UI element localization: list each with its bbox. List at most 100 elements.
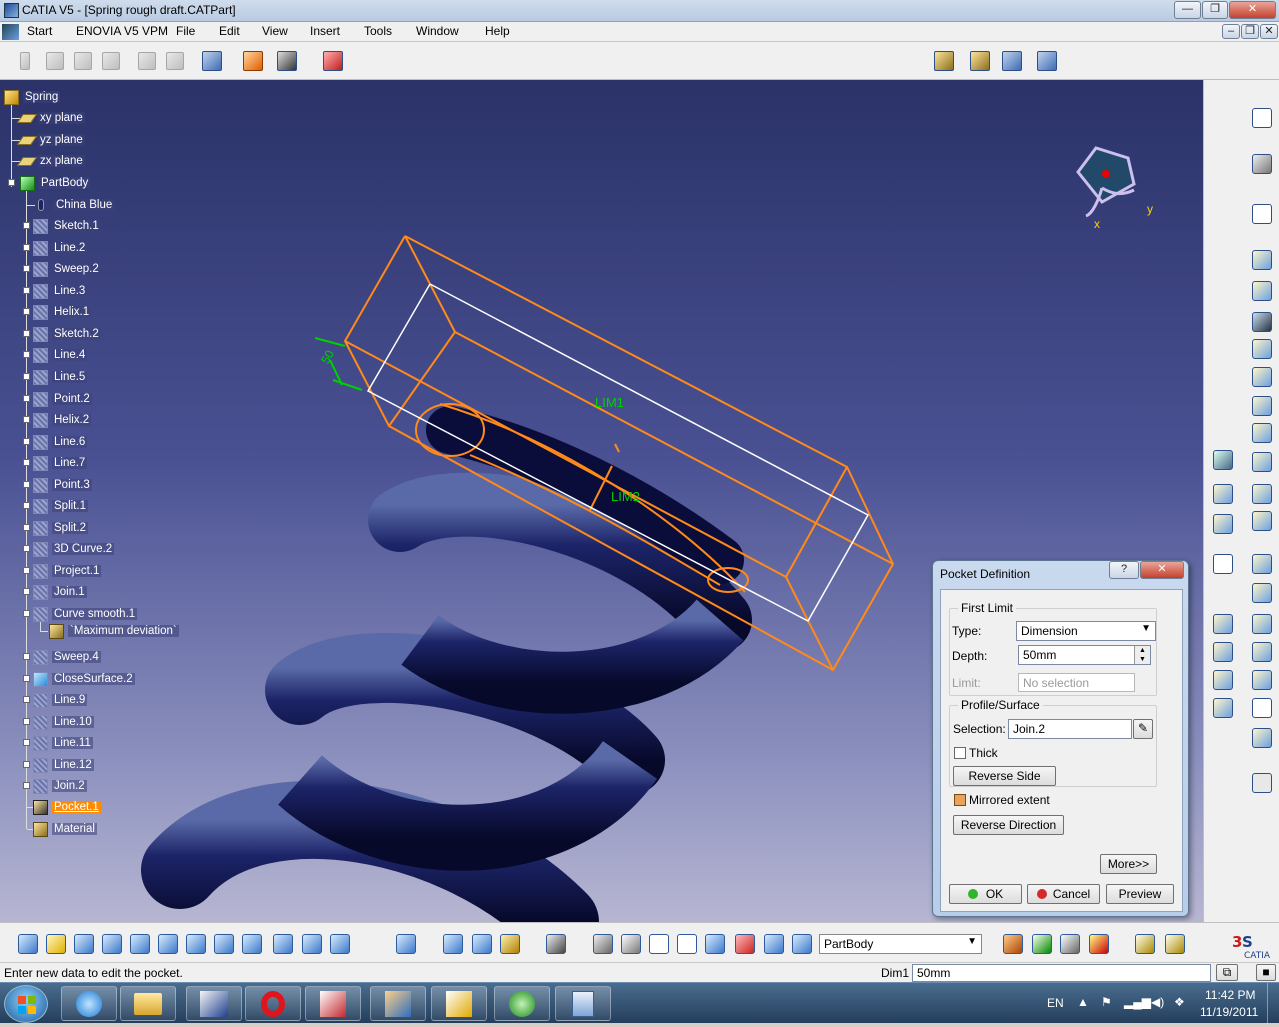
expander[interactable] [23, 351, 30, 358]
tree-item[interactable]: Line.2 [33, 239, 88, 257]
cylinder-icon[interactable] [705, 934, 725, 954]
taskbar-ie-button[interactable] [61, 986, 117, 1021]
tree-item-material[interactable]: Material [33, 820, 97, 838]
table-icon[interactable] [1165, 934, 1185, 954]
formula-icon[interactable] [1060, 934, 1080, 954]
expander[interactable] [23, 481, 30, 488]
constraint-display-icon[interactable] [735, 934, 755, 954]
hybrid-design-icon[interactable] [1003, 934, 1023, 954]
limit-input[interactable]: No selection [1018, 673, 1135, 692]
tree-item[interactable]: Line.12 [33, 756, 94, 774]
redo-icon[interactable] [74, 52, 92, 70]
tree-item[interactable]: Line.9 [33, 691, 88, 709]
expander[interactable] [23, 416, 30, 423]
taskbar-matlab-button[interactable] [370, 986, 426, 1021]
undo-icon[interactable] [46, 52, 64, 70]
tree-item[interactable]: 3D Curve.2 [33, 540, 115, 558]
stop-icon[interactable]: ■ [1256, 964, 1276, 981]
tree-item[interactable]: Join.1 [33, 583, 87, 601]
hide-show-icon[interactable] [302, 934, 322, 954]
expander[interactable] [23, 610, 30, 617]
expander[interactable] [23, 761, 30, 768]
preview-button[interactable]: Preview [1106, 884, 1174, 904]
fillet-icon[interactable] [1252, 452, 1272, 472]
compass[interactable]: x y [1072, 144, 1153, 231]
taskbar-utorrent-button[interactable] [494, 986, 550, 1021]
show-desktop-button[interactable] [1267, 983, 1279, 1024]
expander[interactable] [23, 502, 30, 509]
document-icon[interactable] [2, 24, 19, 40]
pan-icon[interactable] [74, 934, 94, 954]
annotation-icon[interactable] [1252, 728, 1272, 748]
minimize-button[interactable]: — [1174, 1, 1201, 19]
tree-item[interactable]: Sketch.1 [33, 217, 101, 235]
menu-insert[interactable]: Insert [310, 24, 340, 38]
catalog-icon[interactable] [1037, 51, 1057, 71]
fit-all-icon[interactable] [46, 934, 66, 954]
tree-item[interactable]: Line.5 [33, 368, 88, 386]
tree-item[interactable]: Sweep.2 [33, 260, 101, 278]
tree-item[interactable]: Line.6 [33, 433, 88, 451]
rib-icon[interactable] [1252, 396, 1272, 416]
expander[interactable] [23, 739, 30, 746]
sketch-edit-icon[interactable]: ✎ [1133, 719, 1153, 739]
update-icon[interactable] [138, 52, 156, 70]
body-selector[interactable]: PartBody ▼ [819, 934, 982, 954]
tree-item[interactable]: Line.3 [33, 282, 88, 300]
select-arrow-icon[interactable] [1252, 204, 1272, 224]
depth-input[interactable]: 50mm ▲ ▼ [1018, 645, 1151, 665]
eraser-icon[interactable] [792, 934, 812, 954]
expander[interactable] [23, 459, 30, 466]
doc-restore-button[interactable]: ❐ [1241, 24, 1259, 39]
shell-icon[interactable] [1252, 554, 1272, 574]
menu-start[interactable]: Start [27, 24, 52, 38]
tree-item-max-deviation[interactable]: `Maximum deviation` [49, 622, 179, 640]
thick-checkbox[interactable] [954, 747, 966, 759]
sew-surface-icon[interactable] [1252, 670, 1272, 690]
spinner-arrows-icon[interactable]: ▲ ▼ [1134, 646, 1150, 664]
taskbar-calculator-button[interactable] [555, 986, 611, 1021]
expander[interactable] [23, 545, 30, 552]
tree-item[interactable]: Point.2 [33, 390, 92, 408]
thread-icon[interactable] [1252, 614, 1272, 634]
expander[interactable] [23, 438, 30, 445]
sketch-based-icon[interactable] [1213, 698, 1233, 718]
tree-item-xy-plane[interactable]: xy plane [16, 109, 85, 127]
catalog-browser-icon[interactable] [1135, 934, 1155, 954]
taskbar-catia-button[interactable] [186, 986, 242, 1021]
tree-item[interactable]: Line.10 [33, 713, 94, 731]
expander[interactable] [23, 308, 30, 315]
pocket-tool-icon[interactable] [1252, 281, 1272, 301]
start-orb[interactable] [4, 985, 48, 1023]
language-indicator[interactable]: EN [1047, 996, 1064, 1010]
remove-face-icon[interactable] [1252, 642, 1272, 662]
expander[interactable] [23, 696, 30, 703]
close-surface-tool-icon[interactable] [1213, 670, 1233, 690]
snap-icon[interactable] [277, 51, 297, 71]
settings-gear-icon[interactable] [1252, 154, 1272, 174]
dialog-close-button[interactable]: ✕ [1140, 561, 1184, 579]
constraint-icon[interactable] [202, 51, 222, 71]
partbody-expander[interactable] [8, 179, 15, 186]
doc-close-button[interactable]: ✕ [1260, 24, 1278, 39]
multi-view-icon[interactable] [214, 934, 234, 954]
sketcher-icon[interactable] [1252, 108, 1272, 128]
tree-item[interactable]: Split.1 [33, 497, 88, 515]
tree-expand-icon[interactable] [396, 934, 416, 954]
expander[interactable] [23, 718, 30, 725]
expander[interactable] [23, 675, 30, 682]
zoom-in-icon[interactable] [130, 934, 150, 954]
tree-item[interactable]: Line.4 [33, 346, 88, 364]
thickness-icon[interactable] [1252, 583, 1272, 603]
expander[interactable] [23, 222, 30, 229]
expander[interactable] [23, 330, 30, 337]
taskbar-explorer-button[interactable] [120, 986, 176, 1021]
clock-time[interactable]: 11:42 PM [1205, 988, 1255, 1002]
expander[interactable] [23, 653, 30, 660]
scale-icon[interactable] [677, 934, 697, 954]
tree-item[interactable]: Sketch.2 [33, 325, 101, 343]
dropbox-icon[interactable]: ❖ [1174, 995, 1185, 1009]
mirrored-extent-checkbox[interactable] [954, 794, 966, 806]
tree-root[interactable]: Spring [4, 88, 61, 106]
measure-between-icon[interactable] [443, 934, 463, 954]
